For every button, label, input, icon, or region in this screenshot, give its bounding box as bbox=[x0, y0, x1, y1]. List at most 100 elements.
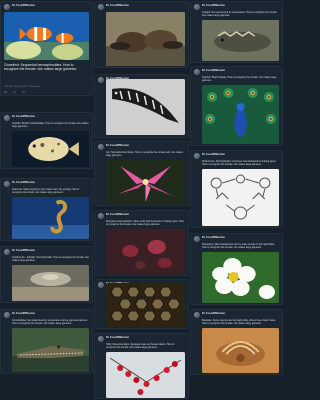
berries-image bbox=[106, 352, 185, 398]
tweet-text: Clownfish: Sequential hermaphrodites: Ho… bbox=[4, 63, 78, 71]
avatar[interactable] bbox=[98, 77, 104, 83]
tweet-text: Physarum polycephalum: Slime mold with h… bbox=[106, 220, 184, 226]
tweet-card-barnacle[interactable]: Dr. FossilPlBoston Barnacle: Some specie… bbox=[190, 309, 283, 375]
tweet-header: Dr. FossilPlBoston bbox=[1, 247, 92, 256]
tweet-image-diagram[interactable] bbox=[202, 169, 279, 226]
avatar[interactable] bbox=[98, 144, 104, 150]
account-name[interactable]: Dr. FossilPlBoston bbox=[106, 213, 129, 216]
avatar[interactable] bbox=[98, 213, 104, 219]
avatar[interactable] bbox=[194, 312, 200, 318]
account-name[interactable]: Dr. FossilPlBoston bbox=[202, 69, 225, 72]
avatar[interactable] bbox=[98, 282, 104, 288]
tweet-card-seahorse[interactable]: Dr. FossilPlBoston Seahorse: Male pregna… bbox=[0, 178, 93, 241]
avatar[interactable] bbox=[98, 4, 104, 10]
account-name[interactable]: Dr. FossilPlBoston bbox=[12, 115, 35, 118]
clownfish-image bbox=[4, 12, 89, 60]
account-name[interactable]: Dr. FossilPlBoston bbox=[106, 336, 129, 339]
tweet-card-jellyfish[interactable]: Dr. FossilPlBoston Cnidaria Sp.: Jellyfi… bbox=[0, 246, 93, 303]
reply-icon[interactable] bbox=[4, 91, 7, 94]
tweet-image-zebra-fish[interactable] bbox=[106, 79, 185, 135]
tweet-actions bbox=[4, 91, 89, 94]
tweet-header: Dr. FossilPlBoston bbox=[191, 310, 282, 319]
zebra-fish-image bbox=[106, 79, 185, 135]
avatar[interactable] bbox=[4, 115, 10, 121]
tweet-image-platypus[interactable] bbox=[106, 12, 185, 66]
tweet-image-boxfish[interactable] bbox=[12, 131, 89, 167]
tweet-text: Tuatara: Sex determined by temperature. … bbox=[202, 11, 278, 17]
tweet-card-peacock[interactable]: Dr. FossilPlBoston Peafowl: Bright displ… bbox=[190, 66, 283, 146]
tweet-image-crocodile[interactable] bbox=[12, 328, 89, 372]
account-name[interactable]: Dr. FossilPlBoston bbox=[106, 144, 129, 147]
tweet-image-slime-mold[interactable] bbox=[106, 229, 185, 274]
tweet-image-jellyfish[interactable] bbox=[12, 265, 89, 301]
tweet-image-barnacle[interactable] bbox=[202, 328, 279, 373]
avatar[interactable] bbox=[194, 4, 200, 10]
tweet-text: Peafowl: Bright display. How to recogniz… bbox=[202, 76, 277, 82]
tweet-text: Cnidaria Sp.: Jellyfish. Hermaphrodite. … bbox=[12, 256, 89, 262]
peacock-image bbox=[202, 85, 279, 144]
account-name[interactable]: Dr. FossilPlBoston bbox=[12, 181, 35, 184]
avatar[interactable] bbox=[194, 153, 200, 159]
life-cycle-diagram-image bbox=[202, 169, 279, 226]
seahorse-image bbox=[12, 197, 89, 239]
tweet-card-bees[interactable]: Dr. FossilPlBoston bbox=[94, 279, 189, 329]
like-icon[interactable] bbox=[22, 91, 25, 94]
tweet-card-strawberry[interactable]: Dr. FossilPlBoston Strawberry: Wild stra… bbox=[190, 233, 283, 305]
tweet-timestamp: 1:32 PM · Sep 20, 2023 · 2.5K Views bbox=[4, 86, 40, 88]
avatar[interactable] bbox=[4, 312, 10, 318]
tweet-header: Dr. FossilPlBoston bbox=[1, 179, 92, 188]
tweet-text: Crocodylidae: Sex determined by temperat… bbox=[12, 319, 88, 325]
tweet-image-clownfish[interactable] bbox=[4, 12, 89, 60]
tweet-text: Mushrooms: Schizophyllum commune has tho… bbox=[202, 160, 277, 166]
tweet-text: Cowfish. Boxfish (Ostraciidae): How to r… bbox=[12, 122, 89, 128]
honeycomb-image bbox=[106, 283, 185, 327]
tweet-card-tuatara[interactable]: Dr. FossilPlBoston Tuatara: Sex determin… bbox=[190, 1, 283, 63]
tweet-image-lily[interactable] bbox=[106, 160, 185, 204]
slime-mold-image bbox=[106, 229, 185, 274]
account-name[interactable]: Dr. FossilPlBoston bbox=[202, 153, 225, 156]
account-name[interactable]: Dr. FossilPlBoston bbox=[202, 312, 225, 315]
tweet-card-lily[interactable]: Dr. FossilPlBoston Lily: Hermaphrodite f… bbox=[94, 141, 189, 206]
barnacle-image bbox=[202, 328, 279, 373]
tweet-card-platypus[interactable]: Dr. FossilPlBoston bbox=[94, 1, 189, 68]
tweet-image-berries[interactable] bbox=[106, 352, 185, 398]
account-name[interactable]: Dr. FossilPlBoston bbox=[12, 249, 35, 252]
tweet-header: Dr. FossilPlBoston bbox=[1, 2, 92, 11]
tuatara-image bbox=[202, 20, 279, 61]
tweet-card-berries[interactable]: Dr. FossilPlBoston Holly: Dioecious plan… bbox=[94, 333, 189, 399]
avatar[interactable] bbox=[98, 336, 104, 342]
avatar[interactable] bbox=[4, 249, 10, 255]
tweet-card-boxfish[interactable]: Dr. FossilPlBoston Cowfish. Boxfish (Ost… bbox=[0, 112, 93, 169]
avatar[interactable] bbox=[4, 181, 10, 187]
tweet-image-bees[interactable] bbox=[106, 283, 185, 327]
tweet-text: Holly: Dioecious plant. Separate male an… bbox=[106, 343, 175, 349]
tweet-image-peacock[interactable] bbox=[202, 85, 279, 144]
tweet-card-slime-mold[interactable]: Dr. FossilPlBoston Physarum polycephalum… bbox=[94, 210, 189, 276]
strawberry-flower-image bbox=[202, 252, 279, 303]
tweet-card-zebra-fish[interactable]: Dr. FossilPlBoston bbox=[94, 74, 189, 138]
account-name[interactable]: Dr. FossilPlBoston bbox=[202, 236, 225, 239]
tweet-card-diagram[interactable]: Dr. FossilPlBoston Mushrooms: Schizophyl… bbox=[190, 150, 283, 228]
boxfish-image bbox=[12, 131, 89, 167]
tweet-header: Dr. FossilPlBoston bbox=[1, 113, 92, 122]
account-name[interactable]: Dr. FossilPlBoston bbox=[12, 312, 35, 315]
avatar[interactable] bbox=[194, 236, 200, 242]
retweet-icon[interactable] bbox=[13, 91, 16, 94]
account-name[interactable]: Dr. FossilPlBoston bbox=[12, 4, 35, 7]
account-name[interactable]: Dr. FossilPlBoston bbox=[106, 4, 129, 7]
tweet-card-crocodile[interactable]: Dr. FossilPlBoston Crocodylidae: Sex det… bbox=[0, 309, 93, 374]
avatar[interactable] bbox=[194, 69, 200, 75]
tweet-text: Strawberry: Wild strawberries can be mal… bbox=[202, 243, 275, 249]
tweet-header: Dr. FossilPlBoston bbox=[191, 67, 282, 76]
tweet-image-strawberry[interactable] bbox=[202, 252, 279, 303]
account-name[interactable]: Dr. FossilPlBoston bbox=[202, 4, 225, 7]
tweet-card-clownfish[interactable]: Dr. FossilPlBoston Clownfish: Sequential… bbox=[0, 1, 93, 96]
avatar[interactable] bbox=[4, 4, 10, 10]
jellyfish-image bbox=[12, 265, 89, 301]
tweet-header: Dr. FossilPlBoston bbox=[95, 142, 188, 151]
tweet-header: Dr. FossilPlBoston bbox=[191, 151, 282, 160]
tweet-text: Seahorse: Male pregnancy (the males carr… bbox=[12, 188, 80, 194]
tweet-image-tuatara[interactable] bbox=[202, 20, 279, 61]
lily-image bbox=[106, 160, 185, 204]
tweet-image-seahorse[interactable] bbox=[12, 197, 89, 239]
